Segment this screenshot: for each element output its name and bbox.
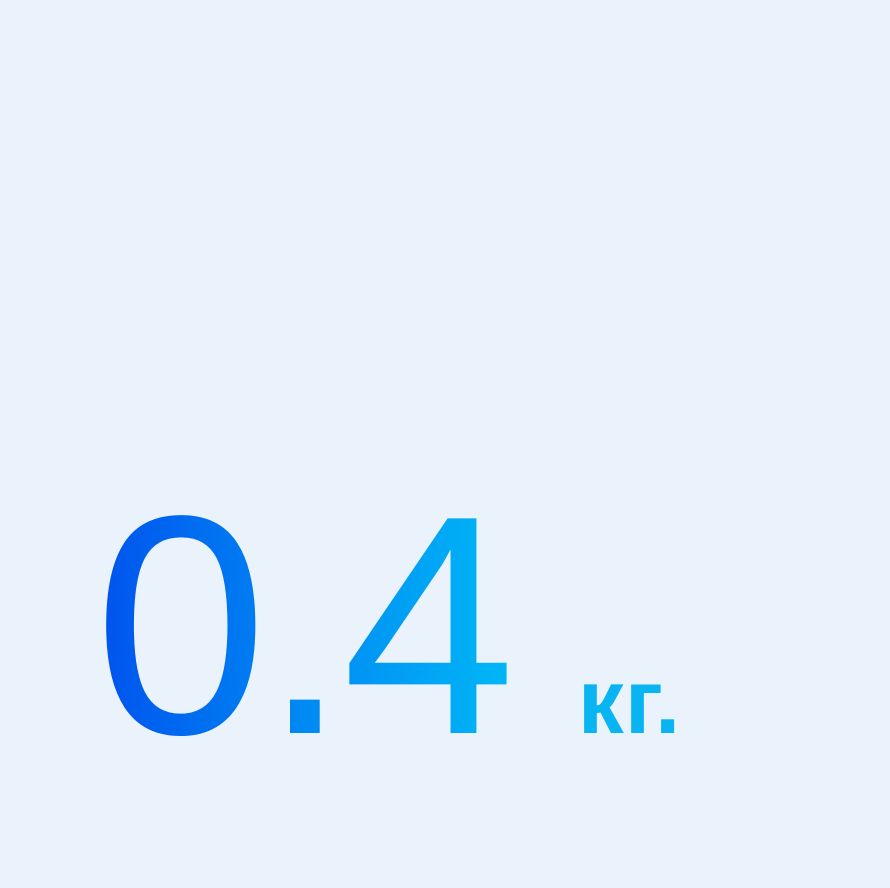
weight-value: 0.4 xyxy=(94,452,516,800)
weight-unit: кг. xyxy=(577,651,682,753)
weight-card: 0.4 кг. xyxy=(0,0,890,888)
weight-display: 0.4 кг. xyxy=(94,470,681,782)
